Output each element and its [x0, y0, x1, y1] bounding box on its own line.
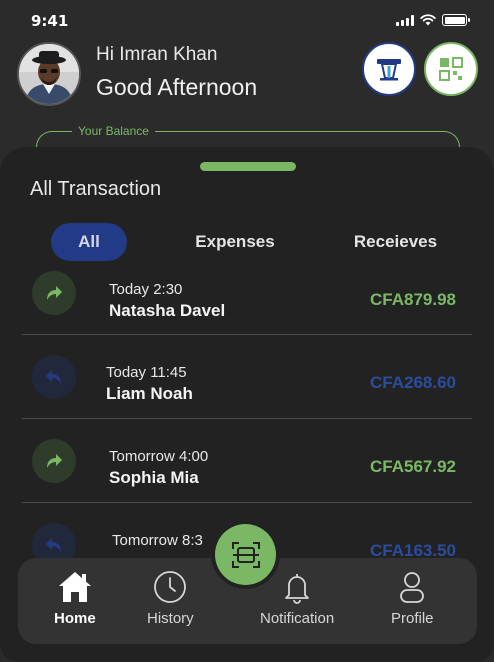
nav-home-label: Home	[54, 610, 96, 627]
transaction-row[interactable]: Tomorrow 4:00 Sophia Mia CFA567.92	[22, 419, 472, 503]
nav-profile[interactable]: Profile	[391, 570, 434, 627]
nav-history-label: History	[147, 610, 194, 627]
battery-icon	[442, 14, 470, 26]
scan-button[interactable]	[215, 524, 276, 585]
received-arrow-icon	[32, 355, 76, 399]
wifi-icon	[420, 14, 436, 26]
salutation-text: Good Afternoon	[96, 74, 258, 100]
nav-home[interactable]: Home	[54, 570, 96, 627]
status-icons	[396, 14, 470, 26]
sheet-title: All Transaction	[30, 178, 162, 200]
transaction-name: Natasha Davel	[109, 301, 226, 320]
transaction-time: Today 11:45	[106, 364, 187, 381]
transaction-amount: CFA268.60	[370, 373, 456, 392]
greeting-text: Hi Imran Khan	[96, 44, 218, 65]
transaction-name: Sophia Mia	[109, 468, 199, 487]
bell-icon	[285, 574, 309, 604]
clock-icon	[154, 571, 187, 603]
transaction-amount: CFA879.98	[370, 290, 456, 309]
scan-icon	[231, 541, 260, 568]
nav-notification[interactable]: Notification	[260, 570, 334, 627]
transaction-time: Today 2:30	[109, 281, 183, 298]
transaction-name: Liam Noah	[106, 384, 193, 403]
avatar[interactable]	[17, 42, 81, 106]
bank-icon	[377, 59, 401, 81]
bank-button[interactable]	[362, 42, 416, 96]
transaction-amount: CFA567.92	[370, 457, 456, 476]
nav-history[interactable]: History	[147, 570, 194, 627]
transaction-time: Tomorrow 4:00	[109, 448, 209, 465]
qr-code-icon	[439, 57, 463, 81]
sheet-drag-handle[interactable]	[200, 162, 296, 171]
balance-label: Your Balance	[72, 124, 155, 138]
transaction-time: Tomorrow 8:3	[112, 532, 203, 549]
home-icon	[58, 572, 91, 602]
qr-code-button[interactable]	[424, 42, 478, 96]
phone-screen: 9:41 Hi Imran Khan Good Afternoon Your B…	[0, 0, 494, 662]
cellular-signal-icon	[396, 14, 414, 26]
transaction-row[interactable]: Today 2:30 Natasha Davel CFA879.98	[22, 251, 472, 335]
sent-arrow-icon	[32, 439, 76, 483]
avatar-portrait	[19, 44, 79, 104]
sent-arrow-icon	[32, 271, 76, 315]
status-time: 9:41	[31, 12, 69, 30]
nav-profile-label: Profile	[391, 610, 434, 627]
user-icon	[400, 572, 425, 603]
status-bar: 9:41	[0, 0, 494, 40]
transaction-row[interactable]: Today 11:45 Liam Noah CFA268.60	[22, 335, 472, 419]
nav-notification-label: Notification	[260, 610, 335, 627]
